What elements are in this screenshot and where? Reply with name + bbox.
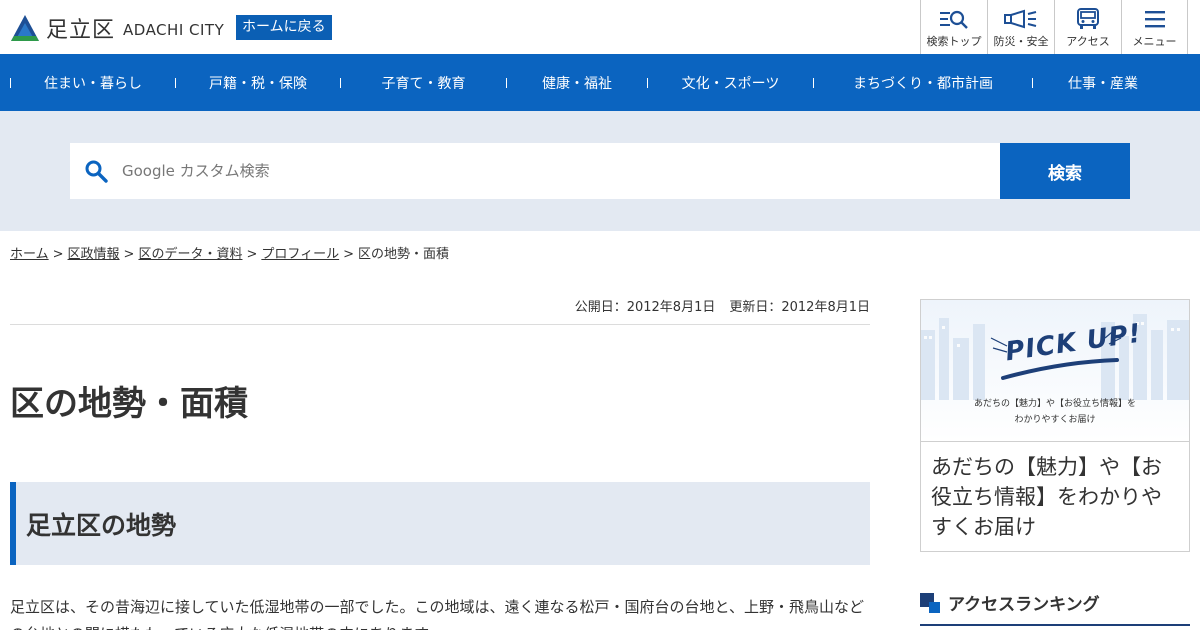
nav-item-urban-planning[interactable]: まちづくり・都市計画 <box>814 54 1032 111</box>
search-icon <box>85 160 108 183</box>
published-date: 公開日：2012年8月1日 <box>574 300 716 315</box>
pickup-card[interactable]: PICK UP! あだちの【魅力】や【お役立ち情報】を わかりやすくお届け あだ… <box>920 299 1190 552</box>
body-paragraph: 足立区は、その昔海辺に接していた低湿地帯の一部でした。この地域は、遠く連なる松戸… <box>10 598 864 630</box>
search-input[interactable] <box>122 151 1000 191</box>
pickup-banner-line2: わかりやすくお届け <box>1014 415 1096 425</box>
util-disaster-safety[interactable]: 防災・安全 <box>987 0 1054 54</box>
global-nav: 住まい・暮らし 戸籍・税・保険 子育て・教育 健康・福祉 文化・スポーツ まちづ… <box>0 54 1200 111</box>
site-logo[interactable]: 足立区 ADACHI CITY <box>10 12 224 44</box>
search-box <box>70 143 1000 199</box>
breadcrumb-separator: > <box>52 247 64 262</box>
util-search-top-label: 検索トップ <box>926 35 982 48</box>
breadcrumb-link-home[interactable]: ホーム <box>10 247 49 262</box>
bus-icon <box>1076 8 1100 30</box>
site-header: 足立区 ADACHI CITY ホームに戻る 検索トップ 防災・安全 アクセス … <box>0 0 1200 54</box>
search-area: 検索 <box>0 111 1200 231</box>
nav-item-work-industry[interactable]: 仕事・産業 <box>1033 54 1173 111</box>
util-search-top[interactable]: 検索トップ <box>920 0 987 54</box>
page-title: 区の地勢・面積 <box>10 384 248 424</box>
menu-icon <box>1144 8 1166 30</box>
breadcrumb-link-government[interactable]: 区政情報 <box>68 247 120 262</box>
nav-item-childcare-education[interactable]: 子育て・教育 <box>341 54 506 111</box>
breadcrumb-separator: > <box>343 247 355 262</box>
breadcrumb-separator: > <box>123 247 135 262</box>
logo-text-jp: 足立区 <box>46 18 116 43</box>
nav-item-living[interactable]: 住まい・暮らし <box>11 54 175 111</box>
breadcrumb-current: 区の地勢・面積 <box>358 247 450 262</box>
nav-item-health-welfare[interactable]: 健康・福祉 <box>507 54 647 111</box>
access-ranking-title: アクセスランキング <box>948 595 1100 615</box>
divider <box>10 324 870 325</box>
util-access[interactable]: アクセス <box>1054 0 1121 54</box>
util-access-label: アクセス <box>1066 35 1110 48</box>
megaphone-icon <box>1004 8 1038 30</box>
logo-mark-icon <box>10 14 40 42</box>
utility-nav: 検索トップ 防災・安全 アクセス メニュー <box>920 0 1188 54</box>
breadcrumb: ホーム > 区政情報 > 区のデータ・資料 > プロフィール > 区の地勢・面積 <box>10 243 449 262</box>
breadcrumb-separator: > <box>246 247 258 262</box>
access-ranking-heading: アクセスランキング <box>920 590 1100 615</box>
nav-item-culture-sports[interactable]: 文化・スポーツ <box>648 54 813 111</box>
ranking-square-icon <box>920 592 940 613</box>
util-menu-label: メニュー <box>1132 35 1177 48</box>
util-disaster-safety-label: 防災・安全 <box>993 35 1049 48</box>
section-heading-box: 足立区の地勢 <box>10 482 870 565</box>
pickup-banner-line1: あだちの【魅力】や【お役立ち情報】を <box>973 399 1136 409</box>
breadcrumb-link-data[interactable]: 区のデータ・資料 <box>138 247 242 262</box>
publish-dates: 公開日：2012年8月1日 更新日：2012年8月1日 <box>10 296 870 315</box>
updated-date: 更新日：2012年8月1日 <box>729 300 870 315</box>
pickup-banner-image: PICK UP! あだちの【魅力】や【お役立ち情報】を わかりやすくお届け <box>921 300 1189 442</box>
section-heading: 足立区の地勢 <box>26 510 177 540</box>
util-menu[interactable]: メニュー <box>1121 0 1188 54</box>
search-button[interactable]: 検索 <box>1000 143 1130 199</box>
logo-text-en: ADACHI CITY <box>123 21 225 39</box>
breadcrumb-link-profile[interactable]: プロフィール <box>261 247 339 262</box>
ranking-underline <box>920 624 1190 626</box>
home-button[interactable]: ホームに戻る <box>236 15 332 40</box>
pickup-caption-link[interactable]: あだちの【魅力】や【お役立ち情報】をわかりやすくお届け <box>921 442 1189 542</box>
nav-item-registry-tax[interactable]: 戸籍・税・保険 <box>176 54 340 111</box>
pickup-banner-subtext: あだちの【魅力】や【お役立ち情報】を わかりやすくお届け <box>921 396 1189 428</box>
search-top-icon <box>939 8 969 30</box>
